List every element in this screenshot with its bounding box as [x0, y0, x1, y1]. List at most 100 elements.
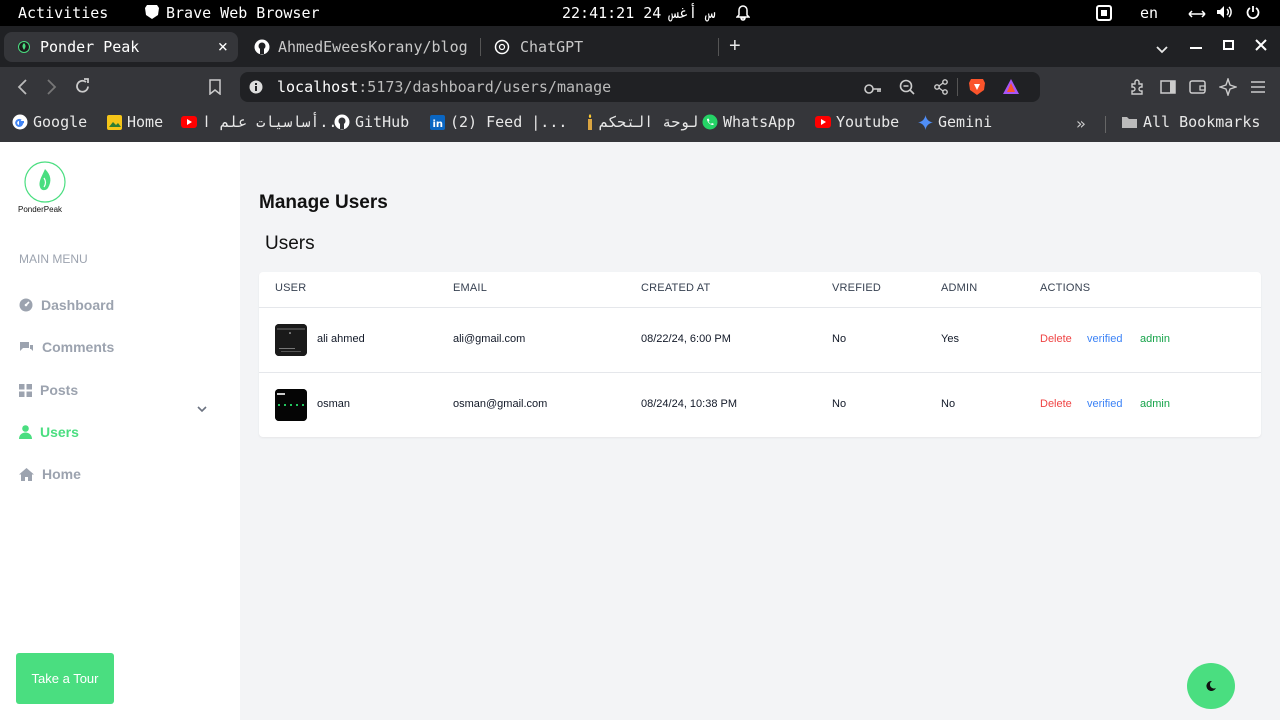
dashboard-icon	[19, 298, 33, 312]
forward-icon[interactable]	[46, 79, 58, 100]
sidebar-toggle-icon[interactable]	[1160, 80, 1176, 99]
bookmark-youtube[interactable]: Youtube	[815, 113, 899, 131]
sidebar-item-users[interactable]: Users	[19, 424, 79, 440]
make-admin-button[interactable]: admin	[1140, 333, 1170, 345]
main-menu-heading: MAIN MENU	[19, 252, 88, 266]
sidebar-item-dashboard[interactable]: Dashboard	[19, 297, 114, 313]
address-bar[interactable]: localhost:5173/dashboard/users/manage	[240, 72, 1040, 102]
delete-button[interactable]: Delete	[1040, 333, 1072, 345]
whatsapp-icon	[702, 114, 718, 130]
volume-icon[interactable]	[1216, 5, 1234, 23]
posts-chevron-down-icon[interactable]	[197, 400, 207, 418]
keyboard-language[interactable]: en	[1140, 4, 1158, 22]
clock[interactable]: 22:41:21 24 س أغس	[562, 4, 716, 22]
user-email: ali@gmail.com	[453, 333, 526, 345]
ponder-peak-logo[interactable]: PonderPeak	[17, 160, 73, 220]
column-header-verified: VREFIED	[832, 282, 882, 294]
app-sidebar: PonderPeak MAIN MENU Dashboard Comments …	[0, 142, 240, 720]
make-admin-button[interactable]: admin	[1140, 398, 1170, 410]
table-row: osman osman@gmail.com 08/24/24, 10:38 PM…	[259, 372, 1261, 437]
candle-icon	[586, 114, 594, 130]
tab-ponder-peak[interactable]: Ponder Peak ×	[4, 32, 238, 62]
verify-button[interactable]: verified	[1087, 333, 1122, 345]
tab-search-chevron-icon[interactable]	[1156, 41, 1168, 59]
verify-button[interactable]: verified	[1087, 398, 1122, 410]
user-verified: No	[832, 398, 847, 410]
menu-icon[interactable]	[1250, 80, 1266, 99]
all-bookmarks-folder[interactable]: All Bookmarks	[1121, 113, 1260, 131]
tab-separator	[480, 38, 481, 56]
reload-icon[interactable]	[74, 78, 91, 100]
brave-app-icon	[145, 4, 159, 24]
theme-toggle-button[interactable]	[1187, 663, 1235, 709]
youtube-icon	[815, 116, 831, 128]
section-title: Users	[265, 233, 315, 254]
brave-shields-icon[interactable]	[969, 78, 985, 100]
bookmark-label: Home	[127, 113, 164, 131]
wallet-icon[interactable]	[1189, 80, 1206, 99]
zoom-icon[interactable]	[899, 79, 915, 99]
sidebar-item-posts[interactable]: Posts	[19, 382, 78, 398]
youtube-icon	[181, 116, 197, 128]
power-icon[interactable]	[1246, 5, 1260, 23]
bookmark-youtube-arabic[interactable]: أساسيات علم ا...	[181, 113, 347, 131]
network-icon[interactable]	[1188, 6, 1206, 24]
user-created-at: 08/22/24, 6:00 PM	[641, 333, 731, 345]
tab-close-icon[interactable]: ×	[218, 37, 228, 57]
google-icon	[12, 114, 28, 130]
bookmark-whatsapp[interactable]: WhatsApp	[702, 113, 795, 131]
back-icon[interactable]	[16, 79, 28, 100]
take-a-tour-button[interactable]: Take a Tour	[16, 653, 114, 704]
bookmark-page-icon[interactable]	[209, 79, 221, 100]
url-host: localhost	[277, 78, 359, 96]
maximize-window-icon[interactable]	[1223, 40, 1234, 50]
bookmark-label: Youtube	[836, 113, 900, 131]
image-bookmark-icon	[107, 114, 122, 130]
activities-button[interactable]: Activities	[18, 4, 108, 22]
extensions-icon[interactable]	[1129, 79, 1146, 101]
bookmark-label: لوحة التحكم	[599, 113, 699, 131]
leo-ai-icon[interactable]	[1217, 76, 1239, 101]
users-icon	[19, 425, 32, 439]
bookmark-home[interactable]: Home	[107, 113, 163, 131]
bookmark-linkedin[interactable]: in (2) Feed |...	[430, 113, 567, 131]
github-icon	[334, 114, 350, 130]
bookmark-gemini[interactable]: Gemini	[918, 113, 992, 131]
chatgpt-icon	[494, 39, 510, 55]
site-info-icon[interactable]	[249, 80, 263, 98]
notification-bell-icon[interactable]	[735, 5, 751, 25]
home-icon	[19, 467, 34, 481]
tab-favicon-icon	[18, 41, 30, 53]
tab-label: ChatGPT	[520, 38, 584, 56]
minimize-window-icon[interactable]	[1190, 47, 1202, 49]
posts-icon	[19, 383, 32, 397]
bookmark-label: WhatsApp	[723, 113, 796, 131]
avatar	[275, 389, 307, 421]
url-text: localhost:5173/dashboard/users/manage	[277, 78, 611, 96]
more-bookmarks-icon[interactable]: »	[1076, 114, 1086, 133]
folder-icon	[1121, 115, 1138, 129]
url-path: :5173/dashboard/users/manage	[358, 78, 612, 96]
delete-button[interactable]: Delete	[1040, 398, 1072, 410]
sidebar-item-label: Comments	[42, 339, 115, 355]
share-icon[interactable]	[933, 79, 949, 99]
tab-chatgpt[interactable]: ChatGPT	[490, 32, 710, 62]
bookmark-dashboard-arabic[interactable]: لوحة التحكم	[586, 113, 698, 131]
tab-label: Ponder Peak	[40, 38, 140, 56]
brave-rewards-icon[interactable]	[1003, 79, 1019, 98]
bookmark-label: GitHub	[355, 113, 410, 131]
key-icon[interactable]	[864, 81, 882, 99]
bookmark-google[interactable]: Google	[12, 113, 87, 131]
bookmark-github[interactable]: GitHub	[334, 113, 409, 131]
gemini-icon	[918, 114, 933, 130]
user-verified: No	[832, 333, 847, 345]
bookmarks-bar: Google Home أساسيات علم ا... GitHub in (…	[0, 107, 1280, 142]
page-title: Manage Users	[259, 192, 388, 213]
sidebar-item-home[interactable]: Home	[19, 466, 81, 482]
close-window-icon[interactable]	[1255, 38, 1267, 56]
new-tab-button[interactable]: +	[729, 35, 741, 58]
browser-toolbar: localhost:5173/dashboard/users/manage	[0, 67, 1280, 107]
sidebar-item-comments[interactable]: Comments	[19, 339, 114, 355]
tab-github[interactable]: AhmedEweesKorany/blog	[250, 32, 470, 62]
screen-share-icon[interactable]	[1096, 5, 1112, 25]
